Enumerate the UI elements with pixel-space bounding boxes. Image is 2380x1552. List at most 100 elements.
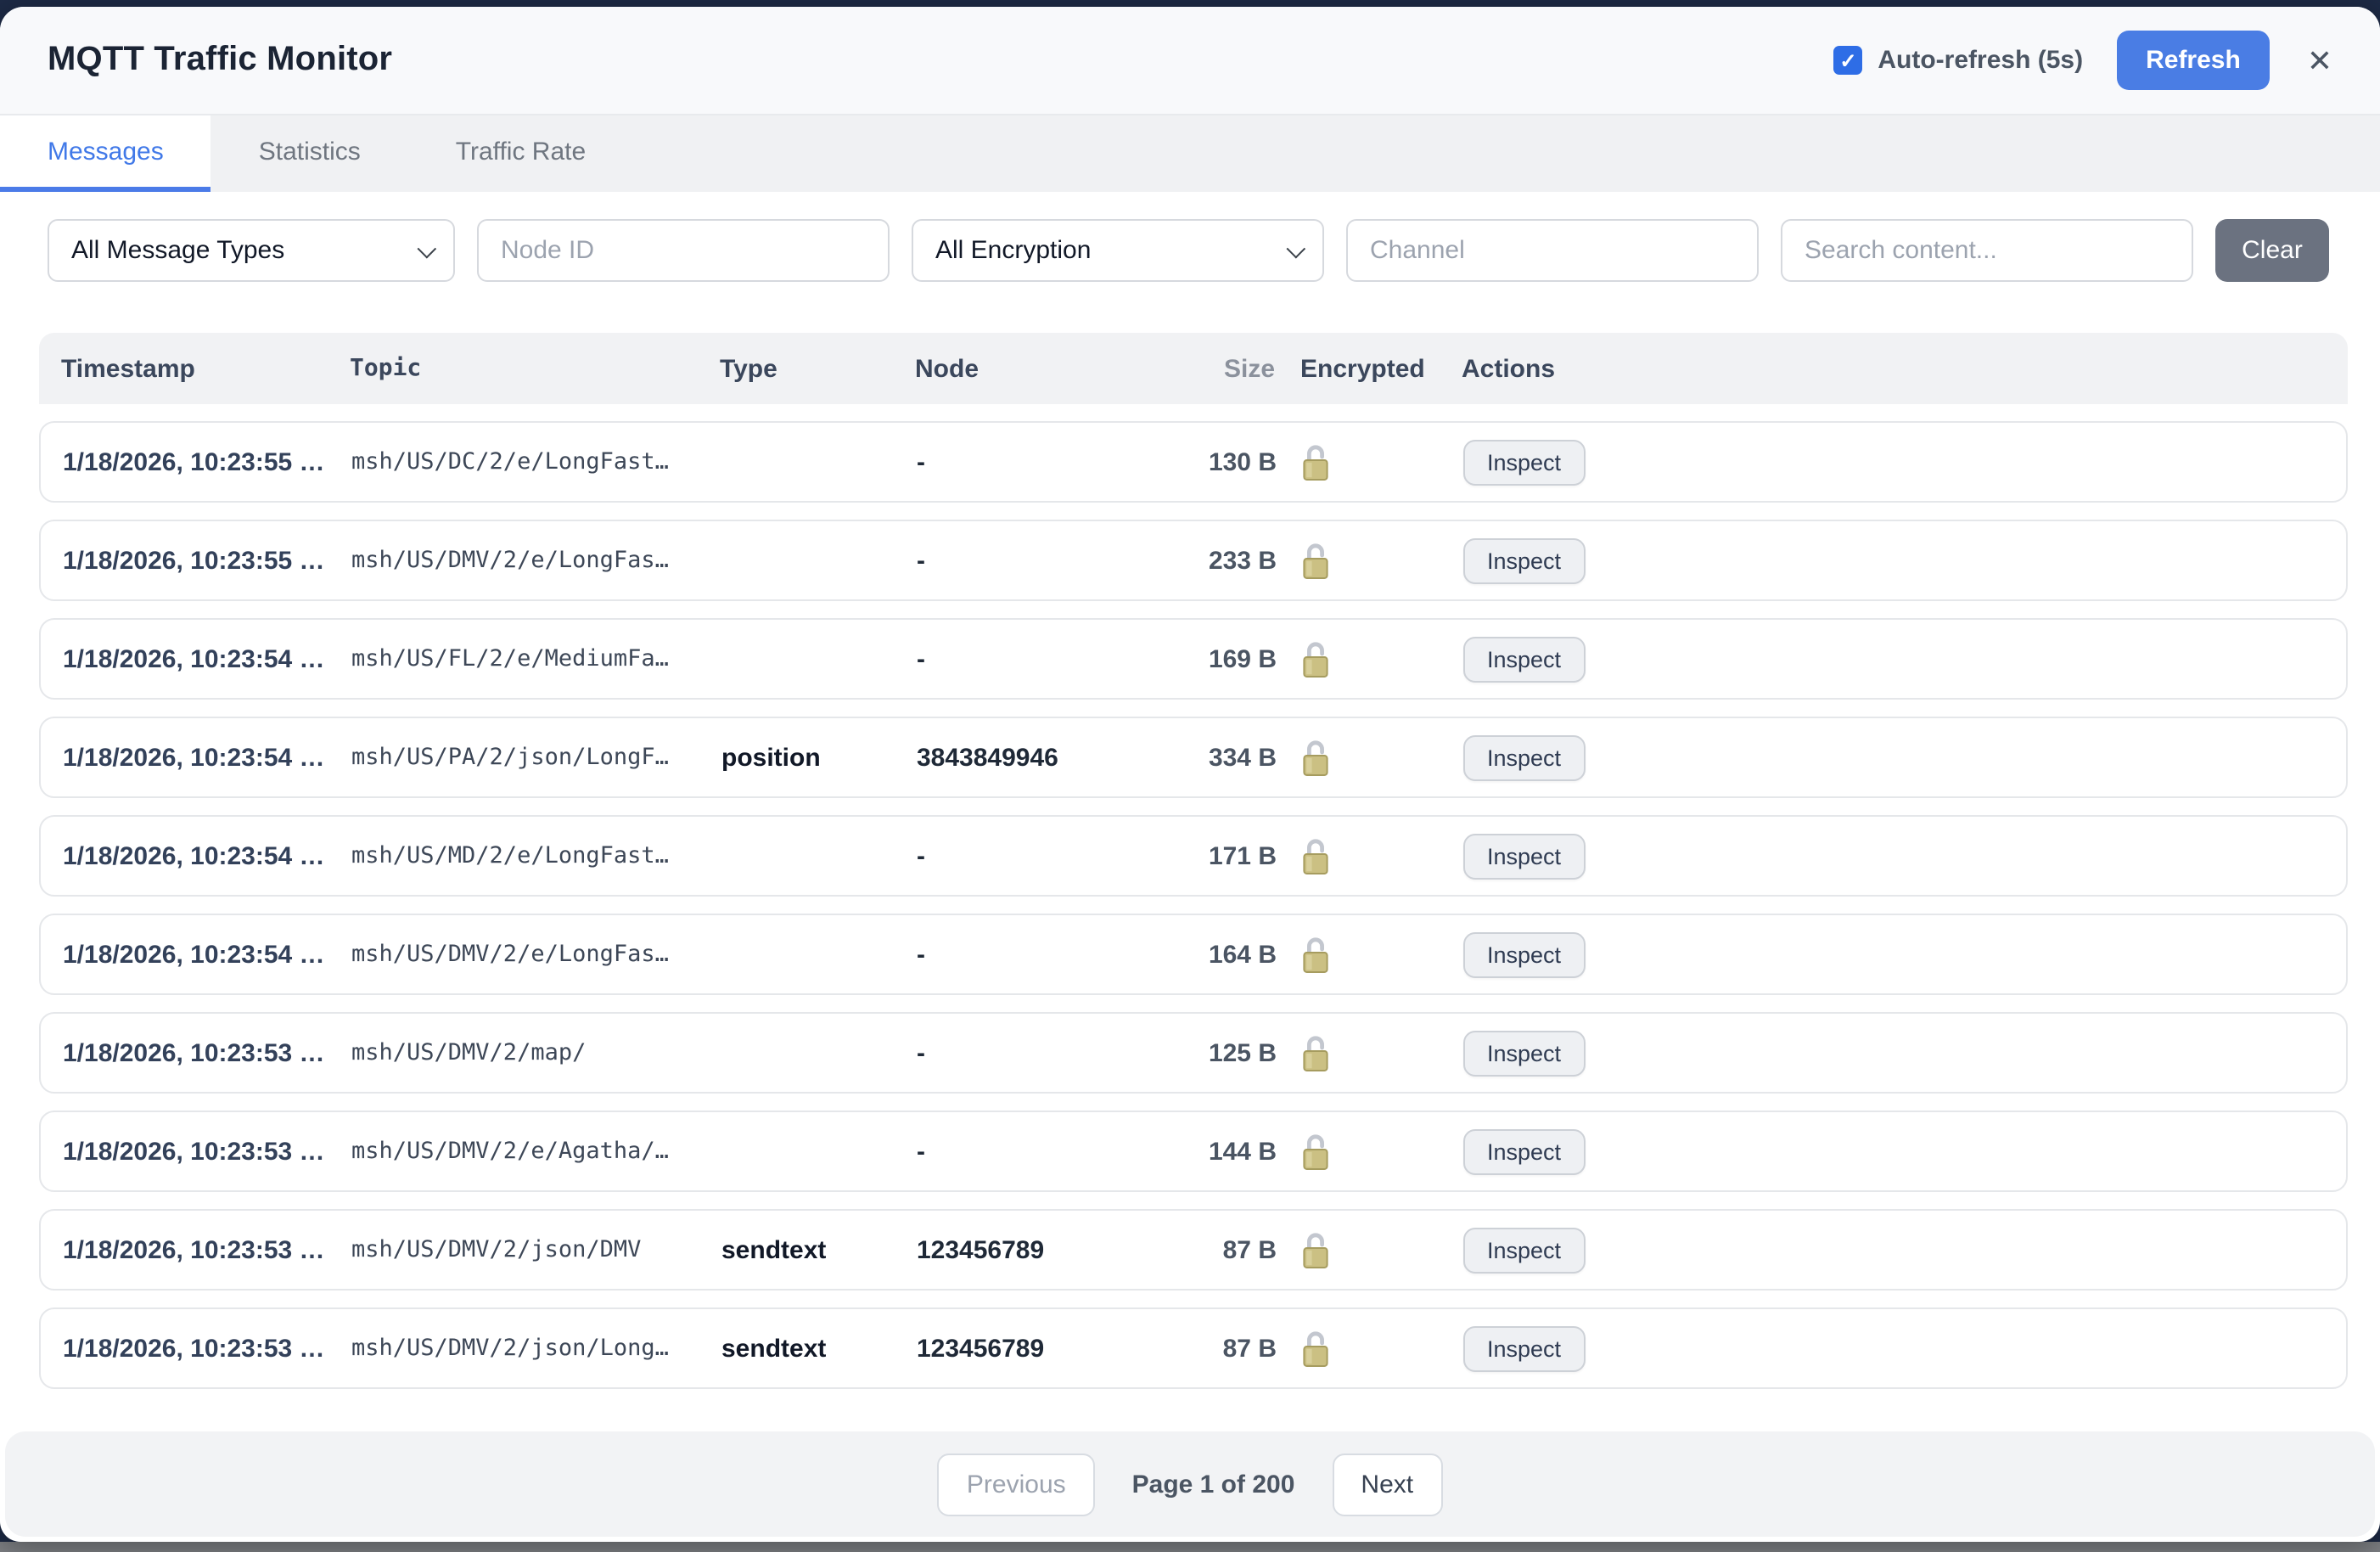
tab-messages[interactable]: Messages bbox=[0, 115, 211, 192]
screen: MQTT Traffic Monitor ✓ Auto-refresh (5s)… bbox=[0, 0, 2380, 1552]
row-node: - bbox=[917, 940, 1131, 969]
column-header-topic: Topic bbox=[350, 355, 720, 382]
row-timestamp: 1/18/2026, 10:23:54 … bbox=[63, 841, 351, 870]
row-node: 123456789 bbox=[917, 1235, 1131, 1264]
table-row: 1/18/2026, 10:23:54 … msh/US/MD/2/e/Long… bbox=[39, 815, 2348, 897]
row-node: - bbox=[917, 546, 1131, 575]
row-topic: msh/US/DMV/2/map/ bbox=[351, 1039, 721, 1066]
column-header-type: Type bbox=[720, 354, 915, 383]
row-topic: msh/US/DC/2/e/LongFast… bbox=[351, 448, 721, 475]
inspect-button[interactable]: Inspect bbox=[1463, 1030, 1585, 1076]
row-timestamp: 1/18/2026, 10:23:54 … bbox=[63, 940, 351, 969]
row-topic: msh/US/DMV/2/e/LongFas… bbox=[351, 941, 721, 968]
tab-statistics[interactable]: Statistics bbox=[211, 115, 408, 192]
row-node: - bbox=[917, 1038, 1131, 1067]
table-row: 1/18/2026, 10:23:55 … msh/US/DMV/2/e/Lon… bbox=[39, 520, 2348, 601]
table-row: 1/18/2026, 10:23:53 … msh/US/DMV/2/map/ … bbox=[39, 1012, 2348, 1094]
row-topic: msh/US/DMV/2/json/Long… bbox=[351, 1335, 721, 1362]
row-size: 164 B bbox=[1131, 940, 1277, 969]
refresh-button[interactable]: Refresh bbox=[2117, 31, 2270, 90]
mqtt-traffic-monitor-dialog: MQTT Traffic Monitor ✓ Auto-refresh (5s)… bbox=[0, 7, 2380, 1542]
channel-input[interactable] bbox=[1346, 219, 1759, 282]
row-size: 171 B bbox=[1131, 841, 1277, 870]
column-header-timestamp: Timestamp bbox=[61, 354, 350, 383]
backdrop-bottom-strip bbox=[0, 1542, 2380, 1552]
auto-refresh-label: Auto-refresh (5s) bbox=[1878, 46, 2083, 75]
chevron-down-icon bbox=[1287, 239, 1306, 258]
lock-icon bbox=[1302, 639, 1329, 678]
node-id-input[interactable] bbox=[477, 219, 890, 282]
inspect-button[interactable]: Inspect bbox=[1463, 439, 1585, 485]
inspect-button[interactable]: Inspect bbox=[1463, 931, 1585, 977]
row-timestamp: 1/18/2026, 10:23:54 … bbox=[63, 743, 351, 772]
row-timestamp: 1/18/2026, 10:23:53 … bbox=[63, 1137, 351, 1166]
table-row: 1/18/2026, 10:23:54 … msh/US/DMV/2/e/Lon… bbox=[39, 914, 2348, 995]
row-type: sendtext bbox=[721, 1334, 917, 1363]
previous-page-button[interactable]: Previous bbox=[938, 1453, 1095, 1515]
clear-button[interactable]: Clear bbox=[2215, 219, 2329, 282]
encryption-select[interactable]: All Encryption bbox=[912, 219, 1324, 282]
row-size: 130 B bbox=[1131, 447, 1277, 476]
column-header-actions: Actions bbox=[1462, 354, 2326, 383]
row-size: 144 B bbox=[1131, 1137, 1277, 1166]
row-node: 123456789 bbox=[917, 1334, 1131, 1363]
table-row: 1/18/2026, 10:23:55 … msh/US/DC/2/e/Long… bbox=[39, 421, 2348, 503]
lock-icon bbox=[1302, 1329, 1329, 1368]
row-size: 169 B bbox=[1131, 644, 1277, 673]
lock-icon bbox=[1302, 836, 1329, 875]
auto-refresh-checkbox[interactable]: ✓ bbox=[1833, 46, 1862, 75]
row-timestamp: 1/18/2026, 10:23:55 … bbox=[63, 546, 351, 575]
message-type-selected-value: All Message Types bbox=[71, 236, 284, 265]
lock-icon bbox=[1302, 1132, 1329, 1171]
inspect-button[interactable]: Inspect bbox=[1463, 1325, 1585, 1371]
table-body: 1/18/2026, 10:23:55 … msh/US/DC/2/e/Long… bbox=[39, 421, 2348, 1389]
tab-traffic-rate[interactable]: Traffic Rate bbox=[408, 115, 633, 192]
row-topic: msh/US/DMV/2/json/DMV bbox=[351, 1236, 721, 1263]
row-topic: msh/US/MD/2/e/LongFast… bbox=[351, 842, 721, 869]
inspect-button[interactable]: Inspect bbox=[1463, 1227, 1585, 1273]
message-type-select[interactable]: All Message Types bbox=[48, 219, 455, 282]
row-node: - bbox=[917, 644, 1131, 673]
close-icon[interactable]: ✕ bbox=[2307, 45, 2332, 76]
next-page-button[interactable]: Next bbox=[1332, 1453, 1442, 1515]
filter-bar: All Message Types All Encryption Clear bbox=[0, 192, 2380, 333]
row-size: 233 B bbox=[1131, 546, 1277, 575]
column-header-size: Size bbox=[1129, 354, 1275, 383]
column-header-encrypted: Encrypted bbox=[1275, 354, 1462, 383]
row-size: 125 B bbox=[1131, 1038, 1277, 1067]
row-node: - bbox=[917, 447, 1131, 476]
header-controls: ✓ Auto-refresh (5s) Refresh ✕ bbox=[1833, 31, 2332, 90]
inspect-button[interactable]: Inspect bbox=[1463, 833, 1585, 879]
encryption-selected-value: All Encryption bbox=[935, 236, 1091, 265]
inspect-button[interactable]: Inspect bbox=[1463, 636, 1585, 682]
checkmark-icon: ✓ bbox=[1839, 50, 1856, 70]
lock-icon bbox=[1302, 1230, 1329, 1269]
table-row: 1/18/2026, 10:23:53 … msh/US/DMV/2/e/Aga… bbox=[39, 1111, 2348, 1192]
table-row: 1/18/2026, 10:23:54 … msh/US/PA/2/json/L… bbox=[39, 717, 2348, 798]
row-timestamp: 1/18/2026, 10:23:54 … bbox=[63, 644, 351, 673]
page-title: MQTT Traffic Monitor bbox=[48, 41, 392, 80]
row-size: 87 B bbox=[1131, 1235, 1277, 1264]
row-timestamp: 1/18/2026, 10:23:53 … bbox=[63, 1038, 351, 1067]
inspect-button[interactable]: Inspect bbox=[1463, 734, 1585, 780]
dialog-header: MQTT Traffic Monitor ✓ Auto-refresh (5s)… bbox=[0, 7, 2380, 114]
lock-icon bbox=[1302, 1033, 1329, 1072]
lock-icon bbox=[1302, 442, 1329, 481]
lock-icon bbox=[1302, 935, 1329, 974]
row-timestamp: 1/18/2026, 10:23:55 … bbox=[63, 447, 351, 476]
tab-bar: MessagesStatisticsTraffic Rate bbox=[0, 114, 2380, 192]
row-topic: msh/US/DMV/2/e/LongFas… bbox=[351, 547, 721, 574]
row-topic: msh/US/FL/2/e/MediumFa… bbox=[351, 645, 721, 672]
row-type: sendtext bbox=[721, 1235, 917, 1264]
search-input[interactable] bbox=[1781, 219, 2193, 282]
row-size: 334 B bbox=[1131, 743, 1277, 772]
pagination-bar: Previous Page 1 of 200 Next bbox=[5, 1431, 2375, 1537]
row-node: - bbox=[917, 841, 1131, 870]
table-header-row: Timestamp Topic Type Node Size Encrypted… bbox=[39, 333, 2348, 404]
row-node: - bbox=[917, 1137, 1131, 1166]
inspect-button[interactable]: Inspect bbox=[1463, 537, 1585, 583]
inspect-button[interactable]: Inspect bbox=[1463, 1128, 1585, 1174]
lock-icon bbox=[1302, 541, 1329, 580]
row-topic: msh/US/PA/2/json/LongF… bbox=[351, 744, 721, 771]
row-timestamp: 1/18/2026, 10:23:53 … bbox=[63, 1235, 351, 1264]
